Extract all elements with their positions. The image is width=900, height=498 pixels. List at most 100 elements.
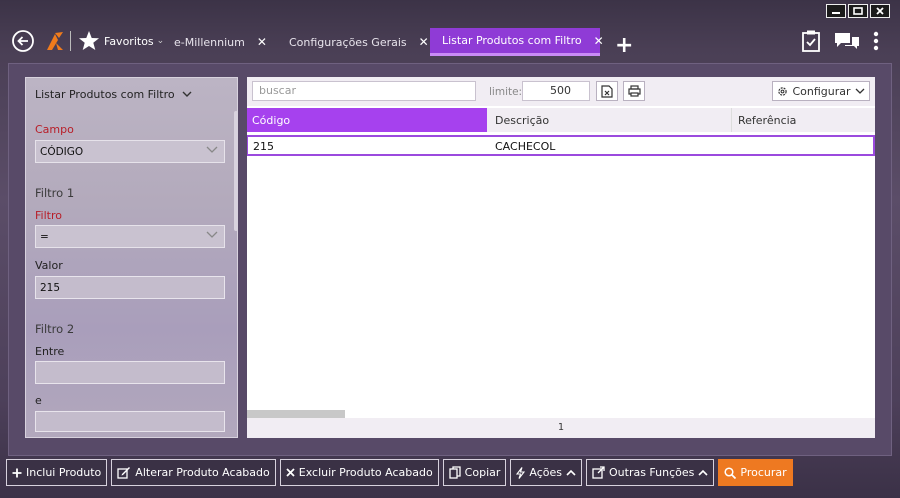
button-label: Ações (529, 466, 562, 479)
column-header-referencia[interactable]: Referência (733, 108, 875, 132)
valor-label: Valor (35, 259, 63, 272)
export-excel-button[interactable] (596, 81, 618, 101)
cell-codigo: 215 (253, 140, 274, 153)
entre-label: Entre (35, 345, 65, 358)
back-button[interactable] (11, 22, 35, 60)
tab-e-millennium[interactable]: e-Millennium ✕ (174, 28, 267, 56)
button-label: Copiar (464, 466, 501, 479)
configurar-button[interactable]: Configurar (772, 81, 870, 101)
campo-select-value: CÓDIGO (40, 145, 84, 158)
more-options-button[interactable] (872, 22, 880, 60)
filtro-label: Filtro (35, 209, 62, 222)
favorites-menu[interactable]: Favoritos ⌄ (78, 22, 164, 60)
gear-icon (778, 86, 788, 96)
vertical-dots-icon (873, 31, 879, 51)
campo-select[interactable]: CÓDIGO (35, 140, 225, 163)
cell-descricao: CACHECOL (495, 140, 556, 153)
maximize-icon (853, 7, 863, 15)
button-label: Alterar Produto Acabado (135, 466, 270, 479)
chevron-down-icon (855, 88, 864, 94)
favorites-label: Favoritos (104, 34, 154, 48)
filtro1-heading: Filtro 1 (35, 186, 75, 200)
campo-label: Campo (35, 123, 74, 136)
e-label: e (35, 394, 42, 407)
button-label: Outras Funções (609, 466, 695, 479)
excluir-produto-button[interactable]: Excluir Produto Acabado (279, 459, 439, 486)
filter-panel-title: Listar Produtos com Filtro (35, 88, 175, 101)
top-bar: Favoritos ⌄ e-Millennium ✕ Configurações… (0, 22, 900, 60)
print-button[interactable] (623, 81, 645, 101)
procurar-button[interactable]: Procurar (718, 459, 793, 486)
tab-close-icon[interactable]: ✕ (257, 35, 267, 49)
printer-icon (627, 85, 641, 97)
page-number[interactable]: 1 (558, 422, 564, 433)
copy-icon (449, 466, 461, 479)
tasks-button[interactable] (801, 22, 821, 60)
maximize-button[interactable] (848, 4, 868, 18)
close-window-button[interactable] (870, 4, 890, 18)
table-row[interactable]: 215 CACHECOL (247, 135, 875, 156)
chat-button[interactable] (834, 22, 860, 60)
action-bar: Inclui Produto Alterar Produto Acabado E… (0, 459, 793, 486)
plus-icon (12, 468, 22, 477)
minimize-button[interactable] (826, 4, 846, 18)
tab-configuracoes-gerais[interactable]: Configurações Gerais ✕ (289, 28, 429, 56)
external-edit-icon (592, 466, 605, 479)
filter-panel: Listar Produtos com Filtro Campo CÓDIGO … (25, 77, 238, 438)
favorites-chevron-icon: ⌄ (156, 36, 165, 46)
millennium-logo-icon (47, 32, 63, 50)
grid-toolbar: buscar limite: 500 Configurar (247, 77, 875, 106)
horizontal-scrollbar[interactable] (247, 410, 345, 418)
chevron-down-icon (206, 146, 218, 153)
topbar-divider (70, 31, 71, 51)
pagination: 1 (247, 418, 875, 438)
grid-header: Código Descrição Referência (247, 108, 875, 132)
tab-close-icon[interactable]: ✕ (419, 35, 429, 49)
back-arrow-icon (12, 30, 34, 52)
add-tab-button[interactable]: + (615, 26, 633, 64)
minimize-icon (832, 12, 840, 14)
limit-input[interactable]: 500 (522, 81, 590, 101)
search-icon (724, 466, 737, 479)
filtro2-heading: Filtro 2 (35, 322, 75, 336)
tab-label: Listar Produtos com Filtro (442, 34, 582, 47)
star-icon (79, 31, 99, 50)
filter-panel-header[interactable]: Listar Produtos com Filtro (35, 88, 192, 101)
valor-input[interactable]: 215 (35, 276, 225, 299)
chevron-down-icon (182, 91, 192, 97)
tab-listar-produtos[interactable]: Listar Produtos com Filtro ✕ (430, 28, 604, 56)
chevron-up-icon (566, 469, 576, 476)
search-input[interactable]: buscar (252, 81, 476, 101)
chat-bubbles-icon (835, 33, 859, 49)
tab-label: e-Millennium (174, 35, 245, 49)
chevron-up-icon (698, 469, 708, 476)
window-controls (826, 4, 890, 18)
panel-scrollbar[interactable] (234, 111, 238, 231)
chevron-down-icon (206, 231, 218, 238)
tab-close-icon[interactable]: ✕ (594, 34, 604, 48)
excel-file-icon (601, 84, 613, 98)
clipboard-check-icon (802, 30, 820, 52)
x-icon (286, 468, 295, 477)
alterar-produto-button[interactable]: Alterar Produto Acabado (111, 459, 276, 486)
acoes-button[interactable]: Ações (510, 459, 582, 486)
edit-icon (117, 467, 131, 479)
entre-input[interactable] (35, 361, 225, 384)
results-grid: buscar limite: 500 Configurar Código Des… (247, 77, 875, 438)
configurar-label: Configurar (792, 84, 851, 98)
e-input[interactable] (35, 411, 225, 432)
column-header-descricao[interactable]: Descrição (490, 108, 732, 132)
app-logo[interactable] (44, 22, 66, 60)
copiar-button[interactable]: Copiar (442, 459, 507, 486)
button-label: Procurar (740, 466, 787, 479)
column-header-codigo[interactable]: Código (247, 108, 487, 132)
limit-label: limite: (489, 86, 523, 98)
button-label: Inclui Produto (26, 466, 102, 479)
inclui-produto-button[interactable]: Inclui Produto (6, 459, 108, 486)
filtro-select[interactable]: = (35, 225, 225, 248)
outras-funcoes-button[interactable]: Outras Funções (586, 459, 715, 486)
close-icon (876, 7, 884, 15)
tab-label: Configurações Gerais (289, 35, 407, 49)
filtro-select-value: = (40, 230, 49, 243)
bolt-icon (516, 466, 526, 479)
